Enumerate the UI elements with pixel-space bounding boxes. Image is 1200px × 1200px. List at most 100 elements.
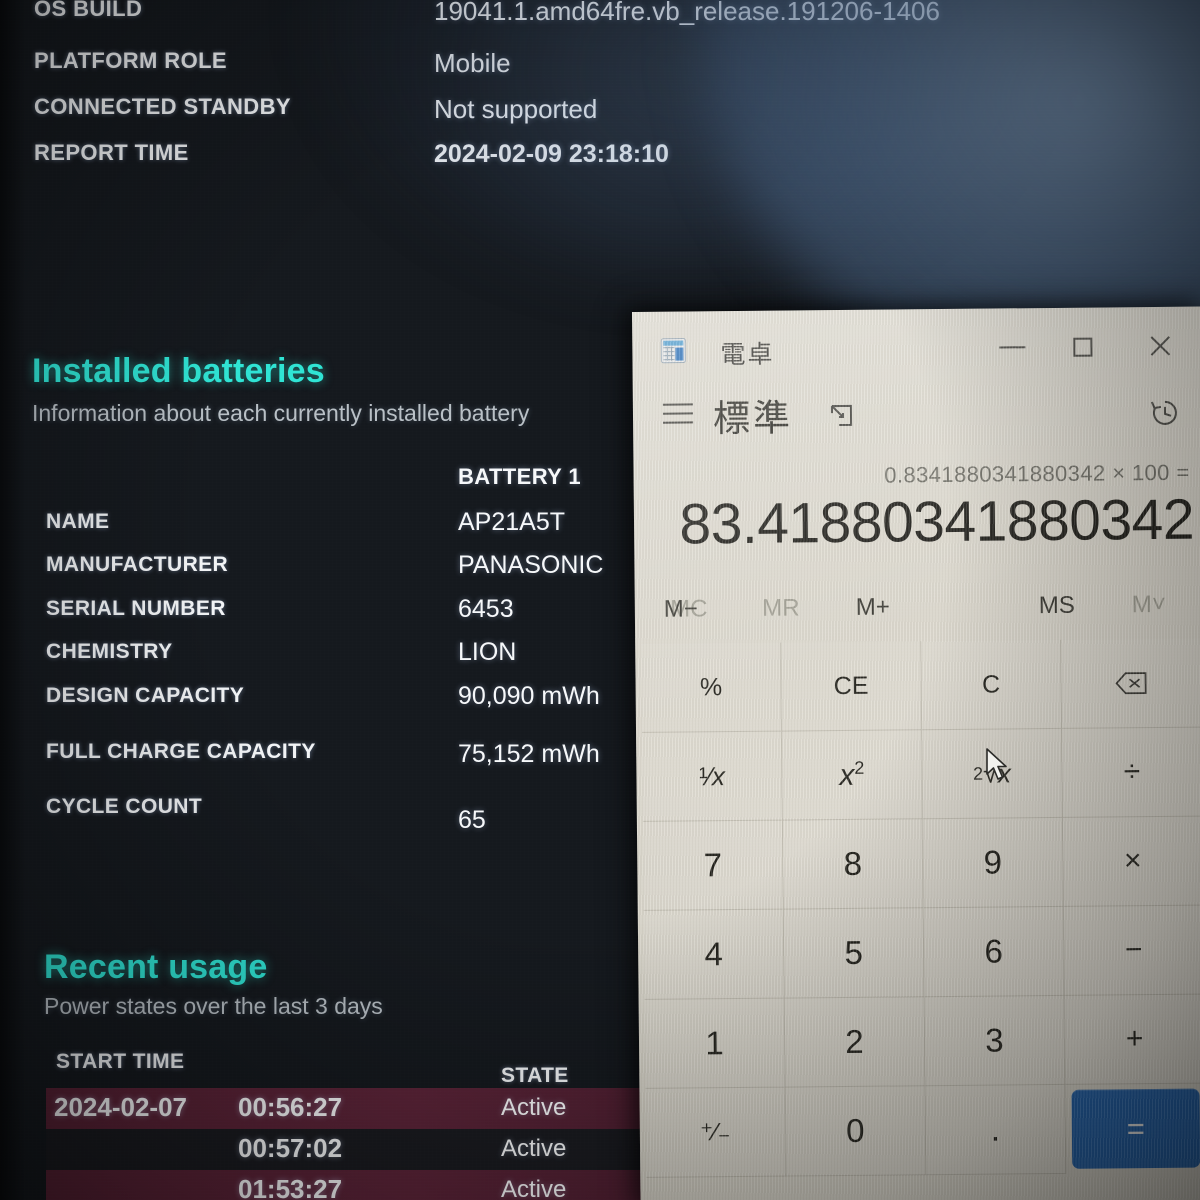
table-row: 01:53:27 Active bbox=[46, 1170, 661, 1200]
table-row: DESIGN CAPACITY 90,090 mWh bbox=[46, 681, 646, 728]
calculator-window[interactable]: 電卓 標準 0.8341880341880342 × 100 = 83.4188… bbox=[632, 306, 1200, 1200]
expression-text: 0.8341880341880342 × 100 = bbox=[884, 459, 1190, 488]
table-row: NAME AP21A5T bbox=[46, 507, 646, 554]
column-header-state: STATE bbox=[501, 1064, 569, 1087]
key-add[interactable]: + bbox=[1064, 994, 1200, 1085]
calculator-navbar[interactable]: 標準 bbox=[633, 381, 1200, 452]
field-label: OS BUILD bbox=[34, 0, 143, 21]
table-row: MANUFACTURER PANASONIC bbox=[46, 551, 646, 597]
calculator-icon bbox=[660, 337, 686, 364]
recent-usage-table: START TIME STATE 2024-02-07 00:56:27 Act… bbox=[46, 1050, 661, 1200]
field-label: CONNECTED STANDBY bbox=[34, 94, 291, 119]
key-equals[interactable]: = bbox=[1071, 1088, 1200, 1169]
hamburger-icon[interactable] bbox=[662, 403, 694, 430]
row-label: DESIGN CAPACITY bbox=[46, 683, 245, 707]
field-value: 19041.1.amd64fre.vb_release.191206-1406 bbox=[434, 0, 940, 26]
installed-batteries-heading: Installed batteries bbox=[32, 352, 325, 390]
table-row: 00:57:02 Active bbox=[46, 1129, 661, 1170]
installed-batteries-subheading: Information about each currently install… bbox=[32, 400, 530, 426]
mode-label: 標準 bbox=[712, 397, 794, 440]
result-text: 83.41880341880342 bbox=[679, 487, 1195, 557]
recent-usage-heading: Recent usage bbox=[44, 948, 268, 986]
row-value: 90,090 mWh bbox=[458, 681, 600, 710]
row-value: 65 bbox=[458, 806, 486, 834]
key-decimal[interactable]: . bbox=[925, 1084, 1067, 1176]
cell-time: 00:57:02 bbox=[238, 1133, 343, 1163]
key-1[interactable]: 1 bbox=[644, 998, 786, 1089]
field-platform-role: PLATFORM ROLE Mobile bbox=[34, 48, 511, 78]
key-2[interactable]: 2 bbox=[784, 997, 926, 1088]
cell-date: 2024-02-07 bbox=[54, 1092, 187, 1122]
memory-recall-button[interactable]: MR bbox=[735, 594, 827, 623]
battery-details-table: BATTERY 1 NAME AP21A5T MANUFACTURER PANA… bbox=[46, 464, 646, 834]
calculator-titlebar[interactable]: 電卓 bbox=[632, 307, 1200, 386]
row-label: MANUFACTURER bbox=[46, 553, 229, 576]
field-label: REPORT TIME bbox=[34, 140, 189, 165]
row-value: AP21A5T bbox=[458, 507, 566, 536]
column-header-start-time: START TIME bbox=[56, 1050, 185, 1073]
row-value: LION bbox=[458, 638, 517, 666]
memory-button-row[interactable]: MC MR M+ M− MS M˅ bbox=[635, 576, 1200, 639]
photographed-screen: OS BUILD 19041.1.amd64fre.vb_release.191… bbox=[0, 0, 1200, 1200]
field-value: Mobile bbox=[434, 48, 511, 78]
key-multiply[interactable]: × bbox=[1062, 816, 1200, 907]
field-value: 2024-02-09 23:18:10 bbox=[434, 140, 669, 168]
table-row: 2024-02-07 00:56:27 Active bbox=[46, 1088, 661, 1129]
key-square-root[interactable]: 2 √ x bbox=[922, 728, 1063, 820]
row-label: FULL CHARGE CAPACITY bbox=[46, 740, 316, 763]
calculator-display: 0.8341880341880342 × 100 = 83.4188034188… bbox=[633, 447, 1200, 582]
memory-store-button[interactable]: MS bbox=[1011, 591, 1103, 620]
row-label: CYCLE COUNT bbox=[46, 795, 203, 818]
row-label: CHEMISTRY bbox=[46, 640, 173, 663]
row-value: 75,152 mWh bbox=[458, 740, 600, 768]
table-header-row: START TIME STATE bbox=[46, 1050, 661, 1088]
cell-time: 01:53:27 bbox=[238, 1174, 343, 1200]
keep-on-top-icon[interactable] bbox=[826, 400, 857, 431]
key-3[interactable]: 3 bbox=[924, 995, 1066, 1087]
close-button[interactable] bbox=[1132, 327, 1188, 366]
key-8[interactable]: 8 bbox=[782, 819, 924, 910]
key-7[interactable]: 7 bbox=[642, 820, 784, 911]
table-row: BATTERY 1 bbox=[46, 464, 646, 510]
key-6[interactable]: 6 bbox=[923, 906, 1065, 998]
key-clear[interactable]: C bbox=[921, 639, 1063, 731]
memory-subtract-button[interactable]: M− bbox=[635, 595, 727, 624]
key-subtract[interactable]: − bbox=[1063, 905, 1200, 996]
recent-usage-subheading: Power states over the last 3 days bbox=[44, 993, 383, 1019]
row-value: 6453 bbox=[458, 594, 514, 623]
key-backspace[interactable] bbox=[1061, 638, 1200, 729]
key-divide[interactable]: ÷ bbox=[1062, 727, 1200, 818]
battery-report-page: OS BUILD 19041.1.amd64fre.vb_release.191… bbox=[0, 0, 1179, 1200]
maximize-button[interactable] bbox=[1054, 327, 1110, 366]
key-square[interactable]: x2 bbox=[782, 730, 923, 821]
key-plus-minus[interactable]: ⁺⁄₋ bbox=[645, 1087, 787, 1178]
table-row: CYCLE COUNT 65 bbox=[46, 784, 646, 834]
field-label: PLATFORM ROLE bbox=[34, 48, 227, 73]
key-clear-entry[interactable]: CE bbox=[781, 641, 923, 732]
field-report-time: REPORT TIME 2024-02-09 23:18:10 bbox=[34, 140, 669, 168]
table-row: FULL CHARGE CAPACITY 75,152 mWh bbox=[46, 727, 646, 784]
window-title: 電卓 bbox=[720, 340, 775, 370]
row-label: SERIAL NUMBER bbox=[46, 596, 226, 620]
memory-add-button[interactable]: M+ bbox=[827, 593, 919, 622]
field-connected-standby: CONNECTED STANDBY Not supported bbox=[34, 94, 597, 124]
key-4[interactable]: 4 bbox=[643, 909, 785, 1000]
cell-state: Active bbox=[501, 1176, 567, 1200]
row-label: NAME bbox=[46, 509, 110, 533]
memory-dropdown-button[interactable]: M˅ bbox=[1103, 591, 1195, 620]
key-0[interactable]: 0 bbox=[785, 1086, 927, 1177]
key-9[interactable]: 9 bbox=[922, 817, 1064, 909]
field-os-build: OS BUILD 19041.1.amd64fre.vb_release.191… bbox=[34, 0, 940, 26]
row-value: PANASONIC bbox=[458, 551, 604, 579]
minimize-button[interactable] bbox=[984, 328, 1040, 367]
key-reciprocal[interactable]: ¹⁄ x bbox=[642, 731, 783, 822]
calculator-keypad[interactable]: % CE C ¹⁄ x x2 2 √ x ÷ 7 8 9 × 4 5 6 − 1… bbox=[635, 634, 1200, 1178]
key-5[interactable]: 5 bbox=[783, 908, 925, 999]
table-row: SERIAL NUMBER 6453 bbox=[46, 594, 646, 641]
history-icon[interactable] bbox=[1147, 395, 1183, 431]
battery-column-header: BATTERY 1 bbox=[458, 464, 581, 489]
field-value: Not supported bbox=[434, 94, 598, 124]
key-percent[interactable]: % bbox=[641, 642, 783, 733]
table-row: CHEMISTRY LION bbox=[46, 638, 646, 684]
cell-state: Active bbox=[501, 1094, 567, 1121]
